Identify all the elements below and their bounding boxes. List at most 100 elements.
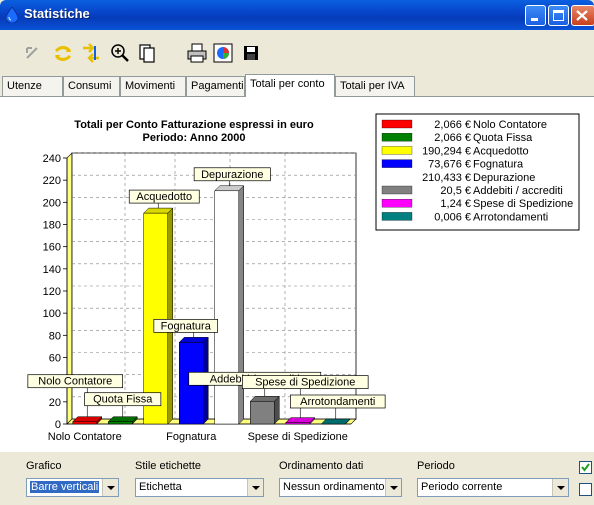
refresh-icon[interactable] <box>52 42 74 64</box>
y-tick-label: 60 <box>49 353 61 365</box>
legend-value: 20,5 € <box>440 185 471 197</box>
legend-name: Addebiti / accrediti <box>473 185 563 197</box>
zoom-icon[interactable] <box>109 42 131 64</box>
bar-top-3 <box>178 337 209 343</box>
chart-subtitle: Periodo: Anno 2000 <box>143 132 246 144</box>
stile-etichette-value: Etichetta <box>139 481 182 493</box>
y-tick-label: 0 <box>55 419 61 431</box>
periodo-value: Periodo corrente <box>421 481 503 493</box>
data-label: Spese di Spedizione <box>255 377 355 389</box>
x-tick-label: Fognatura <box>166 431 217 443</box>
print-icon[interactable] <box>186 42 208 64</box>
legend-swatch <box>381 199 413 208</box>
legend-name: Quota Fissa <box>473 132 533 144</box>
y-tick-label: 20 <box>49 397 61 409</box>
bar-top-0 <box>72 416 103 422</box>
legend-value: 0,006 € <box>434 211 471 223</box>
stile-etichette-select[interactable]: Etichetta <box>135 478 264 497</box>
legend-name: Fognatura <box>473 159 524 171</box>
y-tick-label: 140 <box>43 264 61 276</box>
periodo-select[interactable]: Periodo corrente <box>417 478 569 497</box>
legend-value: 73,676 € <box>428 159 471 171</box>
y-tick-label: 200 <box>43 197 61 209</box>
data-label: Quota Fissa <box>93 394 153 406</box>
ordinamento-value: Nessun ordinamento <box>283 481 385 493</box>
bar-top-2 <box>143 207 174 214</box>
sort-icon[interactable] <box>80 42 102 64</box>
save-icon[interactable] <box>240 42 262 64</box>
legend-value: 190,294 € <box>422 145 471 157</box>
grafico-value: Barre verticali <box>30 481 100 493</box>
legend-name: Acquedotto <box>473 145 529 157</box>
bar-0 <box>72 421 97 425</box>
chart-title: Totali per Conto Fatturazione espressi i… <box>74 119 314 131</box>
legend-name: Nolo Contatore <box>473 119 547 131</box>
bar-top-7 <box>320 418 351 425</box>
y-tick-label: 220 <box>43 175 61 187</box>
y-tick-label: 240 <box>43 153 61 165</box>
statistiche-window: Statistiche Utenze Consumi Movimenti Pag… <box>0 0 594 505</box>
ordinamento-label: Ordinamento dati <box>279 460 364 472</box>
bar-1 <box>108 421 133 425</box>
close-icon <box>576 10 588 21</box>
y-tick-label: 180 <box>43 220 61 232</box>
maximize-button[interactable] <box>548 5 569 26</box>
grafico-label: Grafico <box>26 460 62 472</box>
title-bar[interactable]: Statistiche <box>0 0 594 30</box>
data-label: Nolo Contatore <box>38 376 112 388</box>
tab-consumi[interactable]: Consumi <box>63 76 120 96</box>
legend-swatch <box>381 159 413 168</box>
tab-movimenti[interactable]: Movimenti <box>120 76 186 96</box>
bar-4 <box>214 190 239 425</box>
bar-top-5 <box>249 396 280 402</box>
data-label: Arrotondamenti <box>300 396 375 408</box>
plot-area: 020406080100120140160180200220240Nolo Co… <box>27 152 386 443</box>
data-label: Acquedotto <box>136 191 192 203</box>
legend-swatch <box>381 133 413 142</box>
legend-name: Depurazione <box>473 172 535 184</box>
grafico-select[interactable]: Barre verticali <box>26 478 119 497</box>
chevron-down-icon[interactable] <box>247 479 263 496</box>
window-title: Statistiche <box>24 6 90 21</box>
bar-side-2 <box>167 207 173 425</box>
bar-chart: Totali per Conto Fatturazione espressi i… <box>27 113 580 443</box>
x-tick-label: Nolo Contatore <box>48 431 122 443</box>
maximize-icon <box>553 10 564 21</box>
data-label: Depurazione <box>201 169 263 181</box>
y-tick-label: 80 <box>49 330 61 342</box>
tab-totali-per-iva[interactable]: Totali per IVA <box>335 76 415 96</box>
option-checkbox-top[interactable] <box>579 461 592 474</box>
chart-panel: Totali per Conto Fatturazione espressi i… <box>0 96 594 452</box>
minimize-button[interactable] <box>525 5 546 26</box>
legend-value: 2,066 € <box>434 119 471 131</box>
chart-wizard-icon[interactable] <box>212 42 234 64</box>
legend-swatch <box>381 212 413 221</box>
x-tick-label: Spese di Spedizione <box>248 431 348 443</box>
checkmark-icon <box>581 463 590 472</box>
toolbar <box>0 34 594 70</box>
y-tick-label: 100 <box>43 308 61 320</box>
cursor-arrow-icon[interactable] <box>22 42 44 64</box>
tab-pagamenti[interactable]: Pagamenti <box>186 76 245 96</box>
legend-swatch <box>381 146 413 155</box>
option-checkbox-bottom[interactable] <box>579 483 592 496</box>
close-button[interactable] <box>571 5 594 26</box>
legend-swatch <box>381 172 413 181</box>
bar-top-4 <box>214 185 245 192</box>
tab-utenze[interactable]: Utenze <box>2 76 63 96</box>
legend-name: Arrotondamenti <box>473 211 548 223</box>
copy-icon[interactable] <box>136 42 158 64</box>
legend-name: Spese di Spedizione <box>473 198 573 210</box>
y-tick-label: 160 <box>43 242 61 254</box>
chevron-down-icon[interactable] <box>102 479 118 496</box>
tab-strip: Utenze Consumi Movimenti Pagamenti Total… <box>0 74 594 97</box>
chevron-down-icon[interactable] <box>385 479 401 496</box>
bar-5 <box>250 401 275 425</box>
chevron-down-icon[interactable] <box>552 479 568 496</box>
data-label: Fognatura <box>161 320 212 332</box>
ordinamento-select[interactable]: Nessun ordinamento <box>279 478 402 497</box>
tab-totali-per-conto[interactable]: Totali per conto <box>245 74 335 97</box>
chart-legend: 2,066 € Nolo Contatore2,066 € Quota Fissa1… <box>375 113 580 231</box>
legend-swatch <box>381 119 413 129</box>
minimize-icon <box>531 18 538 21</box>
